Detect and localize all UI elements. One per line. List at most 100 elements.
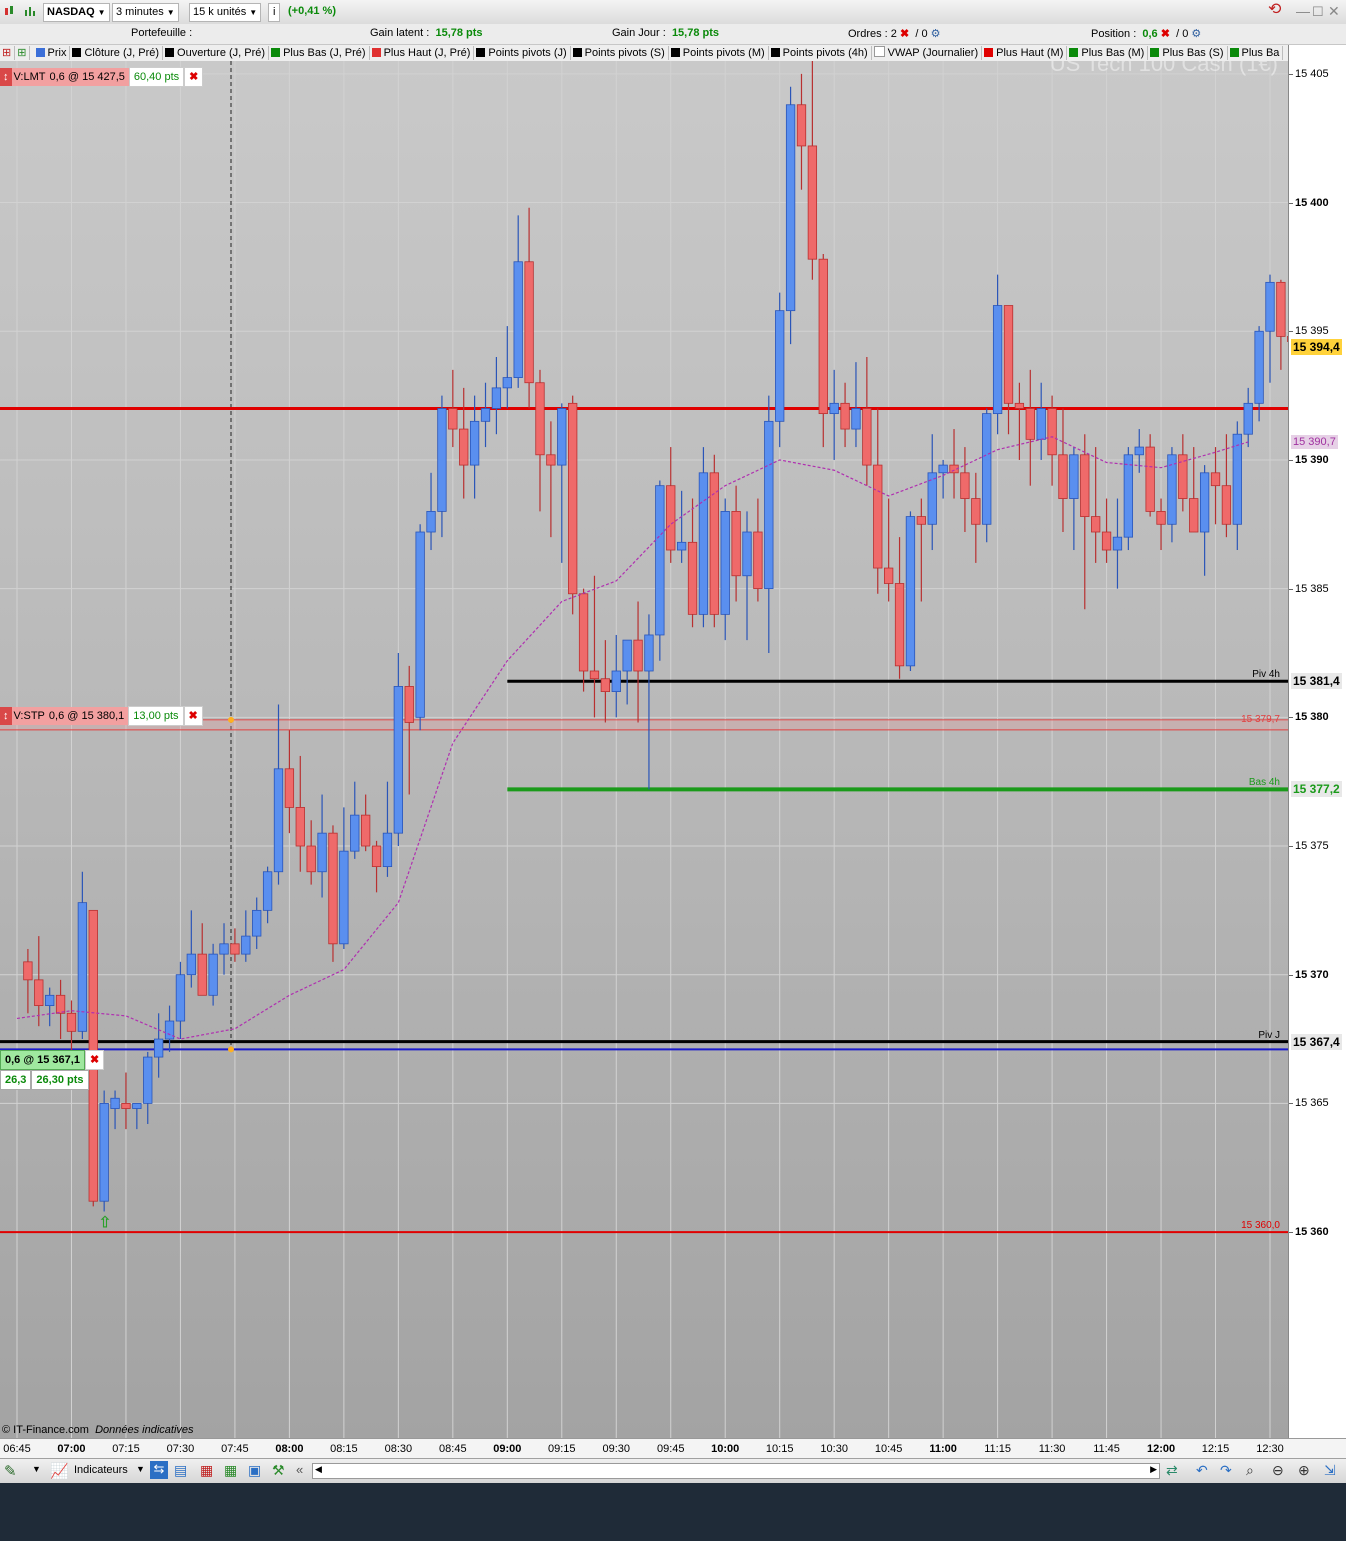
legend-item[interactable]: Points pivots (4h) (769, 46, 872, 60)
time-tick-label: 12:30 (1256, 1443, 1284, 1455)
candle-body (840, 402, 850, 430)
price-tick-mark (1289, 1103, 1293, 1105)
list-icon[interactable]: ▦ (200, 1462, 213, 1479)
rewind-icon[interactable]: « (296, 1462, 303, 1477)
legend-swatch (770, 48, 780, 57)
candle-body (437, 408, 447, 512)
gear-icon[interactable]: ⚙ (1191, 28, 1201, 40)
zoom-out-icon[interactable]: ⊖ (1272, 1462, 1284, 1479)
price-chart[interactable]: ⇧ US Tech 100 Cash (1€) Piv 4h Bas 4h Piv … (0, 61, 1288, 1438)
gear-icon[interactable]: ⚙ (931, 28, 941, 40)
candle-body (404, 686, 414, 723)
legend-item[interactable]: VWAP (Journalier) (872, 46, 983, 60)
candle-body (1156, 511, 1166, 525)
instrument-select[interactable]: NASDAQ ▼ (43, 3, 110, 22)
candle-body (1058, 454, 1068, 499)
close-icon[interactable]: ✖ (183, 706, 203, 726)
legend-label: Plus Bas (S) (1162, 47, 1224, 59)
candlestick-icon[interactable] (4, 5, 16, 17)
vwap-price-box: 15 390,7 (1291, 434, 1338, 449)
candle-body (66, 1012, 77, 1032)
price-tick-label: 15 375 (1295, 840, 1329, 853)
candle-body (1145, 446, 1155, 512)
bar-chart-icon[interactable] (24, 5, 36, 17)
candle-body (1003, 305, 1014, 404)
indicators-button[interactable]: Indicateurs (74, 1464, 128, 1476)
legend-item[interactable]: Plus Haut (M) (982, 46, 1068, 60)
units-select[interactable]: 15 k unités ▼ (189, 3, 262, 22)
share-icon[interactable]: ⇆ (150, 1461, 168, 1479)
close-icon[interactable]: ✕ (1328, 3, 1340, 20)
stop-order-tag[interactable]: ↕ V:STP 0,6 @ 15 380,1 13,00 pts ✖ (0, 706, 203, 726)
candle-body (1036, 408, 1046, 440)
candle-body (132, 1103, 142, 1109)
legend-item[interactable]: Clôture (J, Pré) (70, 46, 164, 60)
expand-button[interactable]: ⊞ (15, 46, 31, 60)
portfolio-label[interactable]: Portefeuille : (131, 27, 192, 39)
zoom-fit-icon[interactable]: ⌕ (1246, 1462, 1254, 1479)
legend-item[interactable]: Prix (34, 46, 71, 60)
candle-body (676, 541, 687, 551)
position-tag[interactable]: 0,6 @ 15 367,1 ✖ (0, 1050, 105, 1070)
legend-label: Ouverture (J, Pré) (177, 47, 266, 59)
close-icon[interactable]: ✖ (184, 67, 204, 87)
sync-icon[interactable]: ⟲ (1268, 1, 1281, 18)
low-4h-price-box: 15 377,2 (1291, 781, 1342, 798)
price-tick-mark (1289, 73, 1293, 75)
legend-item[interactable]: Plus Bas (J, Pré) (269, 46, 370, 60)
scroll-left-icon[interactable]: ◀ (315, 1464, 322, 1475)
chevron-down-icon[interactable]: ▼ (32, 1464, 41, 1474)
indicators-icon[interactable]: 📈 (50, 1462, 69, 1480)
legend-swatch (476, 48, 486, 57)
zoom-in-icon[interactable]: ⊕ (1298, 1462, 1310, 1479)
cancel-icon[interactable]: ✖ (1161, 28, 1170, 40)
undo-icon[interactable]: ↶ (1196, 1462, 1208, 1479)
settings-icon[interactable]: ⇲ (1324, 1462, 1336, 1479)
legend-item[interactable]: Plus Bas (M) (1067, 46, 1149, 60)
legend-item[interactable]: Ouverture (J, Pré) (163, 46, 270, 60)
candle-body (1091, 516, 1101, 533)
drawing-tool-icon[interactable]: ✎ (4, 1462, 17, 1480)
time-tick-label: 06:45 (3, 1443, 31, 1455)
grid-icon[interactable]: ▦ (224, 1462, 237, 1479)
redo-icon[interactable]: ↷ (1220, 1462, 1232, 1479)
legend-item[interactable]: Points pivots (S) (571, 46, 669, 60)
price-tick-label: 15 400 (1295, 196, 1329, 209)
tools-icon[interactable]: ⚒ (272, 1462, 285, 1479)
close-icon[interactable]: ✖ (84, 1050, 105, 1070)
price-tick-label: 15 365 (1295, 1097, 1329, 1110)
comment-icon[interactable]: ▤ (174, 1462, 187, 1479)
info-button[interactable]: i (268, 3, 281, 22)
legend-item[interactable]: Plus Bas (S) (1148, 46, 1228, 60)
legend-swatch (984, 48, 994, 57)
candle-body (350, 814, 360, 852)
chevron-down-icon[interactable]: ▼ (136, 1464, 145, 1474)
drag-handle-icon[interactable]: ↕ (0, 707, 12, 725)
time-axis[interactable]: 06:45 07:00 07:15 07:30 07:45 08:00 08:15 08:30… (0, 1438, 1346, 1459)
legend-swatch (572, 48, 582, 57)
legend-item[interactable]: Plus Ba (1228, 46, 1284, 60)
drag-handle-icon[interactable]: ↕ (0, 68, 12, 86)
orders-count[interactable]: Ordres : 2 ✖ / 0 ⚙ (848, 27, 941, 40)
timeframe-select[interactable]: 3 minutes ▼ (112, 3, 179, 22)
candle-body (524, 261, 534, 384)
scroll-right-icon[interactable]: ▶ (1150, 1464, 1157, 1475)
reset-view-icon[interactable]: ⇄ (1166, 1462, 1178, 1479)
limit-order-tag[interactable]: ↕ V:LMT 0,6 @ 15 427,5 60,40 pts ✖ (0, 67, 204, 87)
add-indicator-button[interactable]: ⊞ (0, 46, 16, 60)
maximize-icon[interactable]: ☐ (1312, 3, 1324, 20)
legend-item[interactable]: Plus Haut (J, Pré) (370, 46, 475, 60)
legend-item[interactable]: Points pivots (M) (669, 46, 769, 60)
unrealized-gain: Gain latent : 15,78 pts (370, 27, 483, 39)
position-count[interactable]: Position : 0,6 ✖ / 0 ⚙ (1091, 27, 1201, 40)
candle-body (480, 408, 491, 422)
crosshair-dot (228, 716, 234, 723)
cancel-icon[interactable]: ✖ (900, 28, 909, 40)
price-tick-label: 15 380 (1295, 711, 1329, 724)
candle-body (1243, 402, 1253, 435)
chart-scrollbar[interactable]: ◀ ▶ (312, 1463, 1160, 1479)
minimize-icon[interactable]: — (1296, 3, 1310, 20)
screen-icon[interactable]: ▣ (248, 1462, 261, 1479)
price-axis[interactable]: 15 405 15 400 15 395 15 390 15 385 15 380 15 3… (1288, 45, 1346, 1438)
legend-item[interactable]: Points pivots (J) (474, 46, 571, 60)
